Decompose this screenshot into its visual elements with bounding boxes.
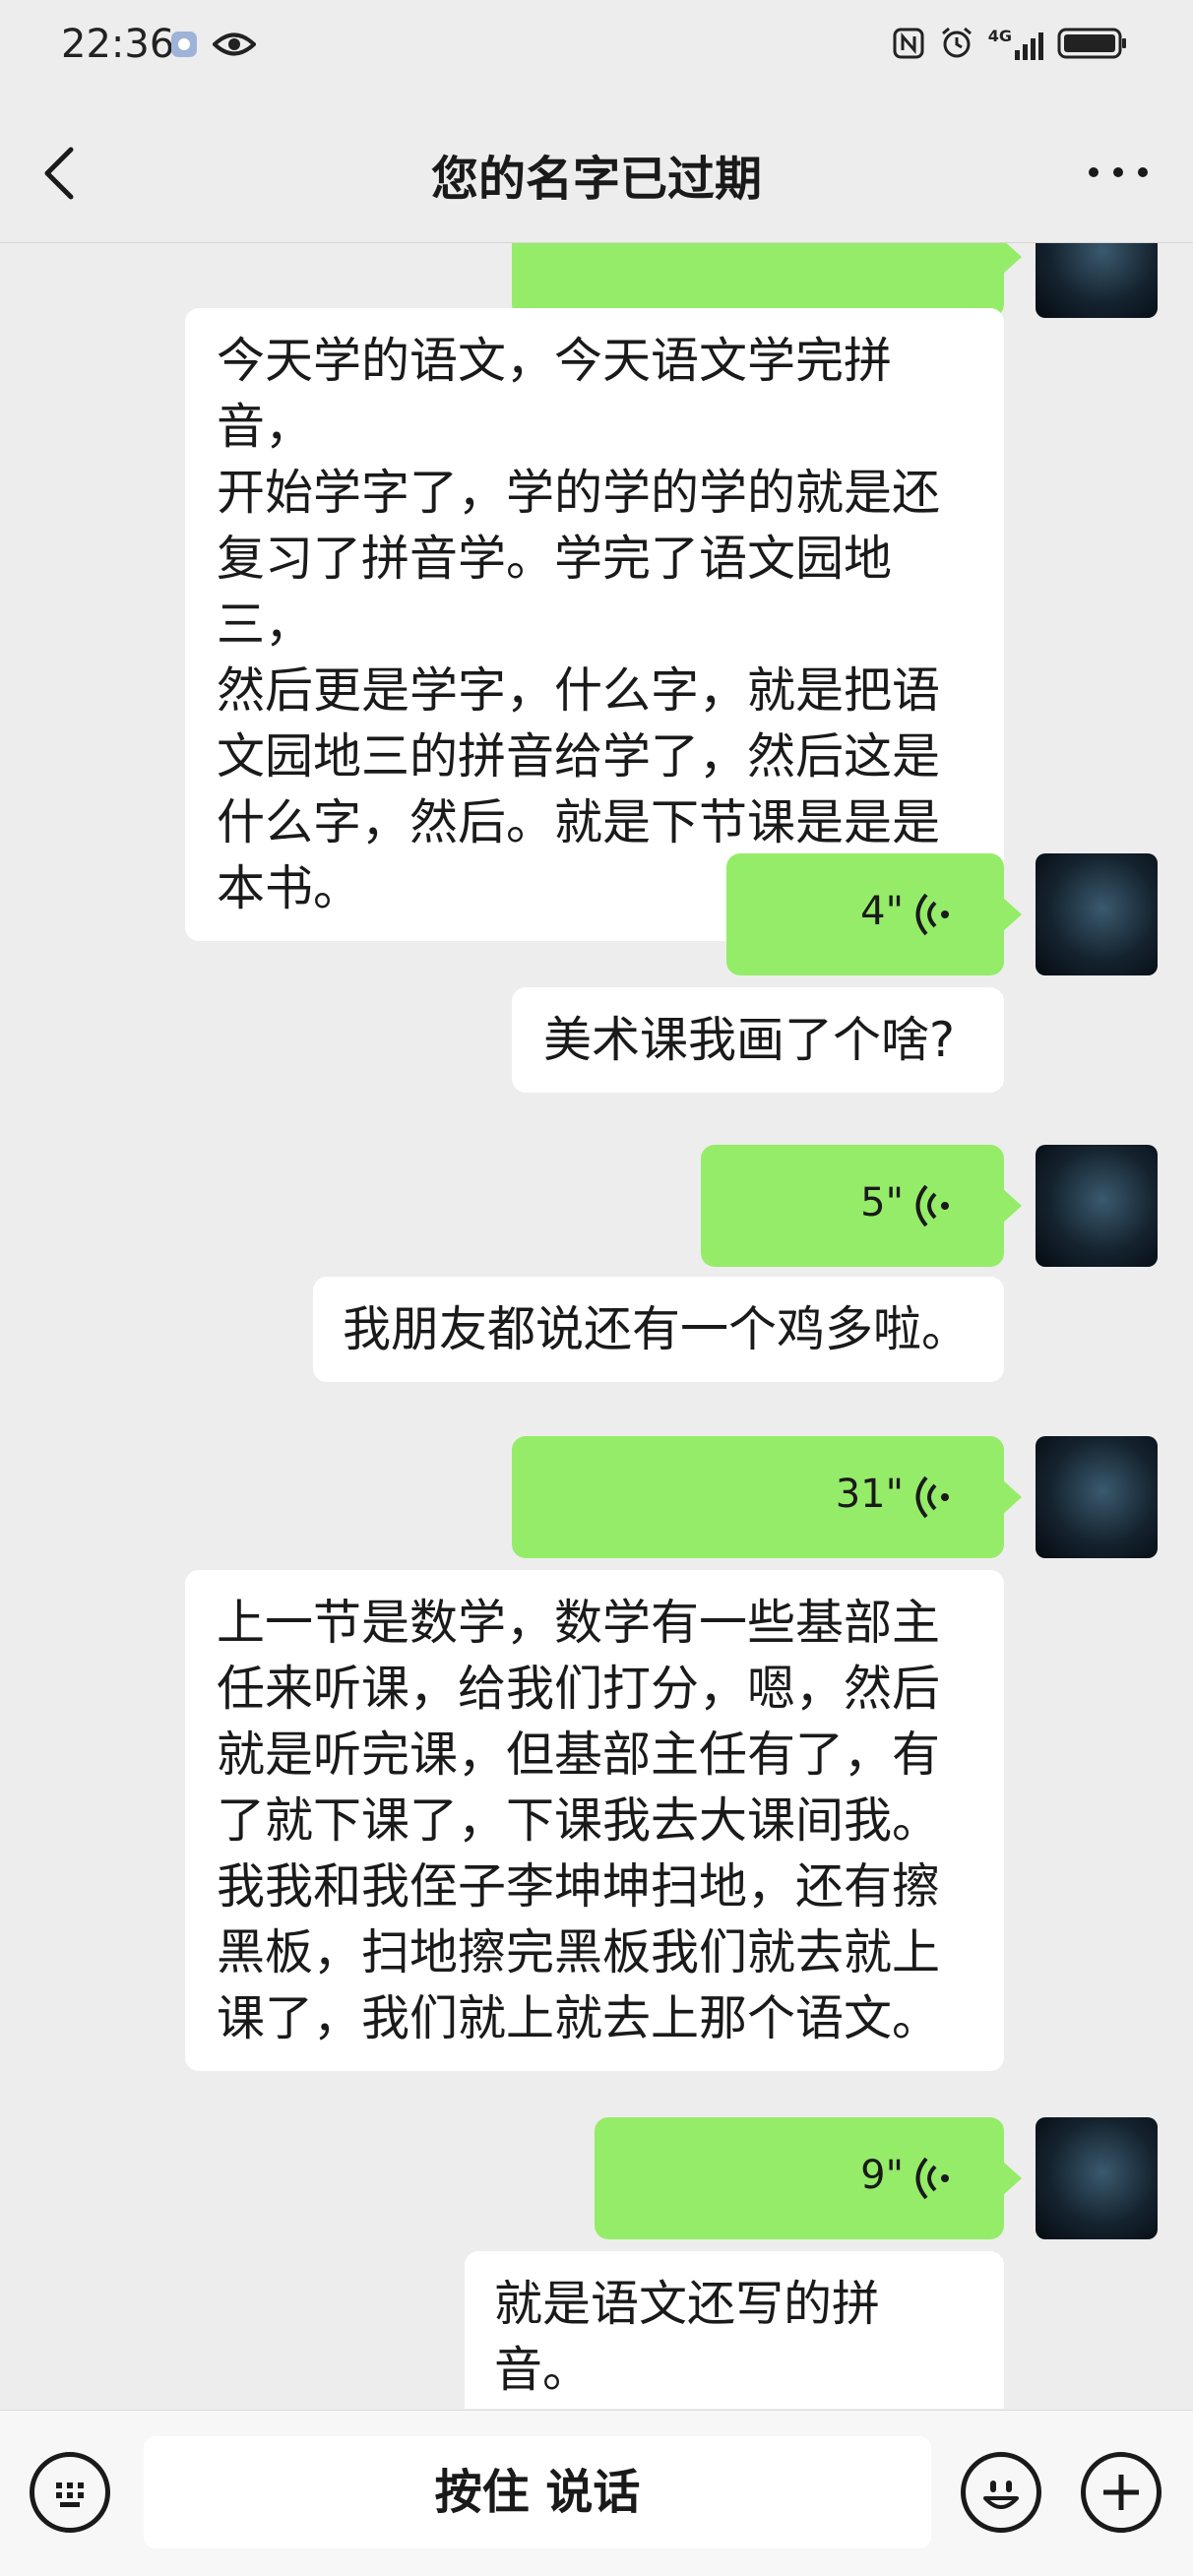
voice-message[interactable]: 5"	[701, 1145, 1022, 1267]
avatar[interactable]	[1036, 1436, 1158, 1558]
transcript-line: 然后更是学字，什么字，就是把语	[217, 662, 941, 719]
app-notification-icon	[171, 31, 197, 57]
transcript-line: 就是语文还写的拼音。	[494, 2276, 881, 2398]
avatar[interactable]	[1036, 853, 1158, 975]
transcript-line: 就是听完课，但基部主任有了，有	[217, 1727, 941, 1783]
transcript-line: 我朋友都说还有一个鸡多啦。	[343, 1301, 971, 1357]
transcript-line: 黑板，扫地擦完黑板我们就去就上	[217, 1924, 941, 1980]
transcript-bubble: 今天学的语文，今天语文学完拼音， 开始学字了，学的学的学的就是还 复习了拼音学。…	[185, 308, 1004, 941]
chat-title: 您的名字已过期	[430, 152, 762, 207]
avatar[interactable]	[1036, 2117, 1158, 2239]
more-dot	[1089, 167, 1099, 177]
more-functions-button[interactable]	[1081, 2452, 1162, 2533]
avatar[interactable]	[1036, 1145, 1158, 1267]
eye-icon	[213, 32, 256, 56]
voice-message[interactable]: 4"	[726, 853, 1022, 975]
voice-wave-icon	[915, 2157, 949, 2200]
transcript-line: 了就下课了，下课我去大课间我。	[217, 1792, 941, 1849]
transcript-line: 什么字，然后。就是下节课是是是	[217, 794, 941, 850]
avatar[interactable]	[1036, 243, 1158, 318]
voice-message[interactable]: 31"	[512, 1436, 1022, 1558]
voice-message[interactable]: 9"	[595, 2117, 1022, 2239]
transcript-line: 今天学的语文，今天语文学完拼音，	[217, 333, 893, 455]
transcript-bubble: 上一节是数学，数学有一些基部主 任来听课，给我们打分，嗯，然后 就是听完课，但基…	[185, 1570, 1004, 2071]
status-bar: 22:36 4G	[0, 0, 1193, 94]
status-time: 22:36	[61, 22, 175, 67]
keyboard-icon	[56, 2482, 84, 2507]
more-dot	[1113, 167, 1123, 177]
transcript-line: 任来听课，给我们打分，嗯，然后	[217, 1661, 941, 1717]
transcript-line: 美术课我画了个啥?	[543, 1012, 956, 1068]
battery-icon	[1057, 28, 1126, 59]
input-bar: 按住 说话	[0, 2410, 1193, 2576]
transcript-line: 文园地三的拼音给学了，然后这是	[217, 728, 941, 785]
transcript-line: 课了，我们就上就去上那个语文。	[217, 1990, 941, 2046]
signal-4g-icon: 4G	[988, 27, 1043, 60]
plus-icon	[1103, 2475, 1139, 2510]
transcript-line: 开始学字了，学的学的学的就是还	[217, 465, 941, 521]
alarm-icon	[941, 27, 972, 58]
voice-duration: 4"	[860, 889, 904, 934]
more-dot	[1138, 167, 1148, 177]
voice-wave-icon	[915, 1476, 949, 1519]
transcript-line: 我我和我侄子李坤坤扫地，还有擦	[217, 1858, 941, 1915]
voice-duration: 31"	[835, 1472, 904, 1517]
keyboard-toggle-button[interactable]	[30, 2452, 110, 2533]
more-options-button[interactable]	[1089, 167, 1148, 183]
voice-wave-icon	[915, 893, 949, 936]
voice-wave-icon	[915, 1184, 949, 1227]
transcript-line: 复习了拼音学。学完了语文园地三，	[217, 531, 893, 653]
hold-to-talk-button[interactable]: 按住 说话	[144, 2436, 931, 2548]
transcript-bubble: 美术课我画了个啥?	[512, 987, 1004, 1093]
voice-duration: 5"	[860, 1180, 904, 1225]
transcript-bubble: 就是语文还写的拼音。	[465, 2251, 1004, 2409]
transcript-bubble: 我朋友都说还有一个鸡多啦。	[313, 1277, 1004, 1382]
message-list[interactable]: 今天学的语文，今天语文学完拼音， 开始学字了，学的学的学的就是还 复习了拼音学。…	[0, 243, 1193, 2409]
voice-message-partial[interactable]	[512, 243, 1022, 318]
emoji-icon	[983, 2481, 1019, 2509]
emoji-button[interactable]	[961, 2452, 1041, 2533]
voice-duration: 9"	[860, 2153, 904, 2198]
network-label: 4G	[987, 27, 1012, 45]
transcript-line: 上一节是数学，数学有一些基部主	[217, 1595, 941, 1651]
nfc-icon	[893, 28, 924, 59]
